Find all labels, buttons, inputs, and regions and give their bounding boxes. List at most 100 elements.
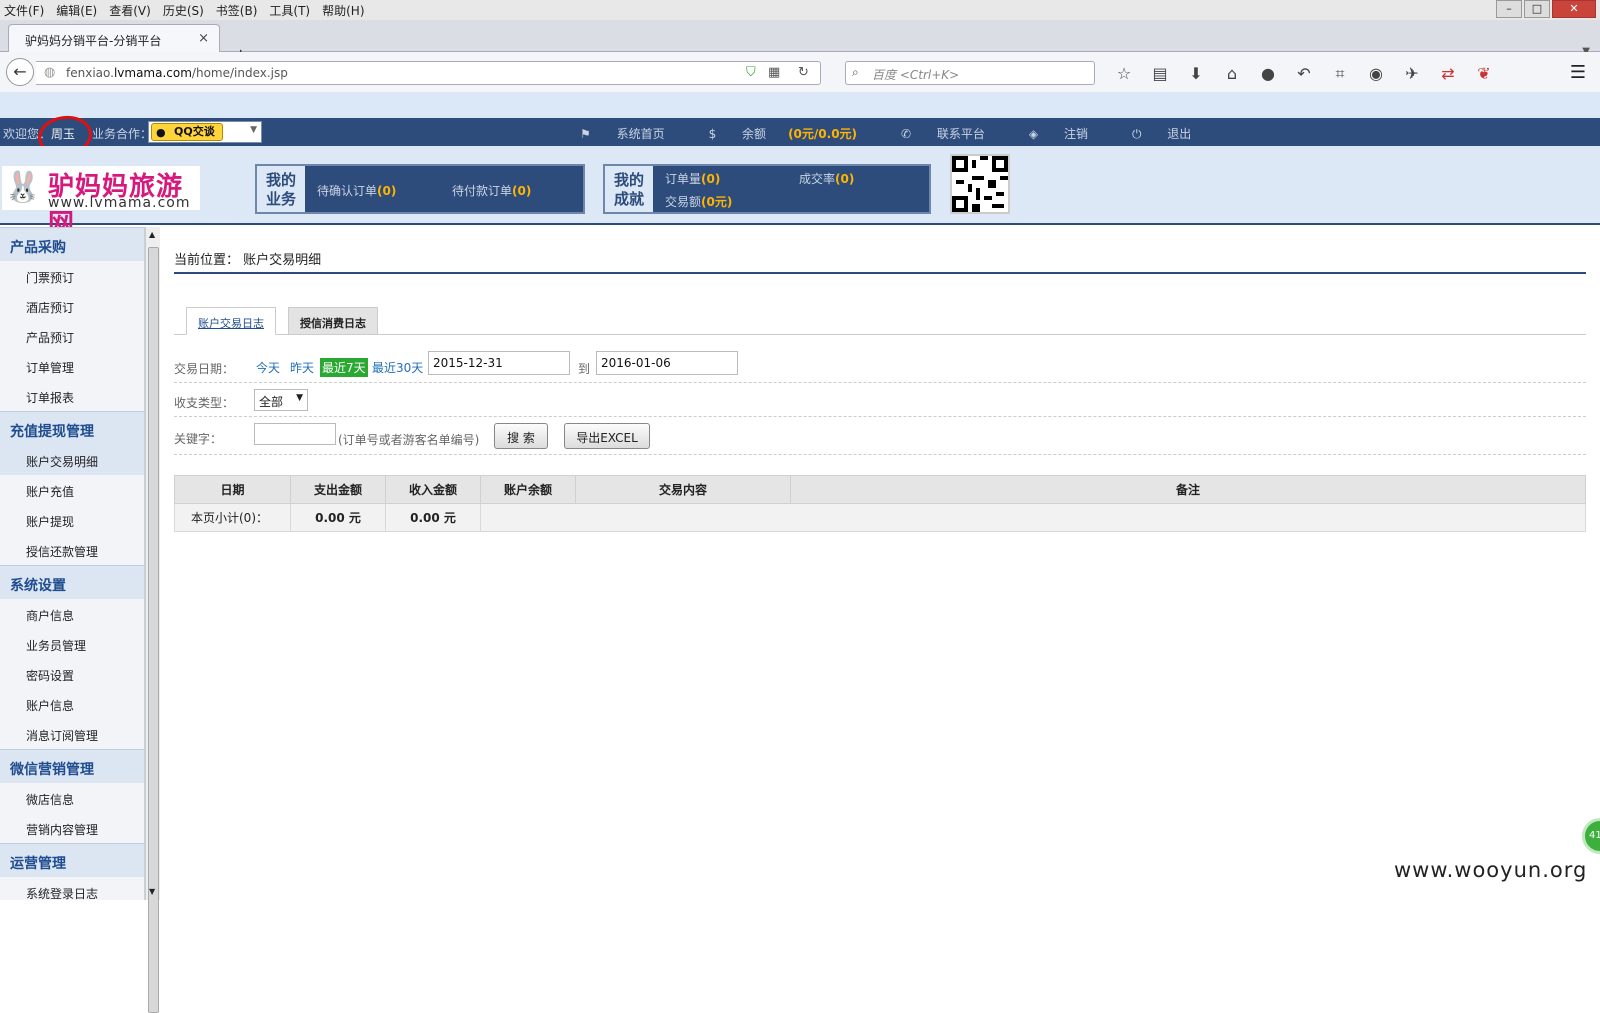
pending-confirm-link[interactable]: 待确认订单(0) <box>317 182 396 199</box>
date-from-input[interactable]: 2015-12-31 <box>428 351 570 375</box>
menu-bookmarks[interactable]: 书签(B) <box>216 2 258 19</box>
sidebar-item-credit[interactable]: 授信还款管理 <box>0 535 144 565</box>
menu-file[interactable]: 文件(F) <box>4 2 44 19</box>
scroll-up-icon[interactable]: ▲ <box>149 230 155 239</box>
toolbar-icons: ☆ ▤ ⬇ ⌂ ● ↶ ⌗ ◉ ✈ ⇄ ❦ <box>1106 64 1502 84</box>
sidebar-item-hotels[interactable]: 酒店预订 <box>0 291 144 321</box>
url-bar[interactable]: ◍ fenxiao.lvmama.com/home/index.jsp ⛉ ▦ … <box>36 61 821 85</box>
menu-edit[interactable]: 编辑(E) <box>56 2 97 19</box>
quick-7days-link[interactable]: 最近7天 <box>320 358 368 377</box>
plugin-icon[interactable]: ✈ <box>1394 64 1430 84</box>
label-line2: 业务 <box>265 190 296 208</box>
floating-badge[interactable]: 41 <box>1582 818 1600 854</box>
shield-icon[interactable]: ⛉ <box>746 65 756 80</box>
menu-view[interactable]: 查看(V) <box>109 2 151 19</box>
sidebar-item-subscriptions[interactable]: 消息订阅管理 <box>0 719 144 749</box>
pending-pay-count: (0) <box>512 184 532 198</box>
menu-tools[interactable]: 工具(T) <box>269 2 310 19</box>
label-line2: 成就 <box>613 190 644 208</box>
sidebar-item-marketing[interactable]: 营销内容管理 <box>0 813 144 843</box>
donkey-logo-icon: 🐰 <box>4 170 42 205</box>
sidebar-section-operations[interactable]: 运营管理 <box>0 843 144 877</box>
qrcode-icon[interactable]: ▦ <box>768 65 780 80</box>
nav-home-link[interactable]: ⚑ 系统首页 <box>580 125 687 142</box>
menu-icon[interactable]: ☰ <box>1570 62 1586 83</box>
sidebar-item-order-report[interactable]: 订单报表 <box>0 381 144 411</box>
extension-icon[interactable]: ❦ <box>1466 64 1502 84</box>
type-label: 收支类型： <box>174 396 235 410</box>
my-achievements-label: 我的 成就 <box>605 166 653 212</box>
window-close-button[interactable]: ✕ <box>1552 0 1596 18</box>
transaction-amount-label: 交易额 <box>665 195 702 209</box>
nav-logout-link[interactable]: ◈ 注销 <box>1029 125 1110 142</box>
conversion-rate: 成交率(0) <box>799 170 854 187</box>
quick-today-link[interactable]: 今天 <box>256 359 280 376</box>
tab-close-icon[interactable]: × <box>198 31 209 46</box>
sidebar-item-microshop[interactable]: 微店信息 <box>0 783 144 813</box>
export-excel-button[interactable]: 导出EXCEL <box>564 423 650 449</box>
navigation-toolbar: ← ◍ fenxiao.lvmama.com/home/index.jsp ⛉ … <box>0 52 1600 92</box>
sidebar-item-staff[interactable]: 业务员管理 <box>0 629 144 659</box>
logo-url: www.lvmama.com <box>48 195 191 211</box>
transaction-amount: 交易额(0元) <box>665 193 732 210</box>
lvmama-logo[interactable]: 🐰 驴妈妈旅游网 www.lvmama.com <box>2 166 200 239</box>
date-to-input[interactable]: 2016-01-06 <box>596 351 738 375</box>
menu-history[interactable]: 历史(S) <box>163 2 204 19</box>
sidebar-item-recharge[interactable]: 账户充值 <box>0 475 144 505</box>
qq-select[interactable]: ● QQ交谈 ▼ <box>148 121 262 143</box>
search-button[interactable]: 搜 索 <box>494 423 548 449</box>
bookmark-star-icon[interactable]: ☆ <box>1106 64 1142 84</box>
scrollbar-thumb[interactable] <box>148 247 159 1013</box>
chevron-down-icon[interactable]: ▼ <box>250 125 257 135</box>
comment-icon[interactable]: ◉ <box>1358 64 1394 84</box>
undo-icon[interactable]: ↶ <box>1286 64 1322 84</box>
type-select[interactable]: 全部 ▼ <box>254 389 308 411</box>
sidebar-section-settings[interactable]: 系统设置 <box>0 565 144 599</box>
menu-help[interactable]: 帮助(H) <box>322 2 364 19</box>
sidebar-item-products[interactable]: 产品预订 <box>0 321 144 351</box>
nav-balance-link[interactable]: $ 余额 (0元/0.0元) <box>709 125 879 142</box>
date-label: 交易日期： <box>174 362 235 376</box>
pending-pay-link[interactable]: 待付款订单(0) <box>452 182 531 199</box>
globe-icon: ◍ <box>44 65 56 80</box>
qq-chat-button[interactable]: ● QQ交谈 <box>151 123 223 141</box>
quick-30days-link[interactable]: 最近30天 <box>372 359 423 376</box>
nav-contact-link[interactable]: ✆ 联系平台 <box>901 125 1007 142</box>
nav-exit-link[interactable]: ⏻ 退出 <box>1132 125 1213 142</box>
search-icon: ⌕ <box>852 65 859 79</box>
subtotal-income: 0.00 元 <box>385 503 481 532</box>
home-icon[interactable]: ⌂ <box>1214 64 1250 84</box>
keyword-label: 关键字： <box>174 432 223 446</box>
search-input[interactable]: ⌕ 百度 <Ctrl+K> <box>845 61 1095 85</box>
sidebar-section-product[interactable]: 产品采购 <box>0 227 144 261</box>
nav-exit-label: 退出 <box>1167 127 1192 141</box>
keyword-input[interactable] <box>254 423 336 445</box>
tab-credit-log[interactable]: 授信消费日志 <box>288 307 378 335</box>
back-button[interactable]: ← <box>6 58 34 86</box>
sidebar-section-wechat[interactable]: 微信营销管理 <box>0 749 144 783</box>
sidebar-item-transactions[interactable]: 账户交易明细 <box>0 445 144 475</box>
sidebar-scrollbar[interactable]: ▲ ▼ <box>145 227 160 1013</box>
sidebar-item-withdraw[interactable]: 账户提现 <box>0 505 144 535</box>
browser-tab[interactable]: 驴妈妈分销平台-分销平台 × <box>8 24 220 52</box>
table-subtotal-row: 本页小计(0)： 0.00 元 0.00 元 <box>174 503 1586 532</box>
quick-yesterday-link[interactable]: 昨天 <box>290 359 314 376</box>
sidebar-section-recharge[interactable]: 充值提现管理 <box>0 411 144 445</box>
sidebar-item-orders[interactable]: 订单管理 <box>0 351 144 381</box>
crop-icon[interactable]: ⌗ <box>1322 64 1358 84</box>
reload-icon[interactable]: ↻ <box>798 65 809 80</box>
sidebar-item-password[interactable]: 密码设置 <box>0 659 144 689</box>
sidebar-item-tickets[interactable]: 门票预订 <box>0 261 144 291</box>
minimize-button[interactable]: – <box>1496 0 1522 18</box>
sidebar-item-login-log[interactable]: 系统登录日志 <box>0 877 144 900</box>
scroll-down-icon[interactable]: ▼ <box>149 887 155 896</box>
reading-list-icon[interactable]: ▤ <box>1142 64 1178 84</box>
sidebar-item-merchant[interactable]: 商户信息 <box>0 599 144 629</box>
maximize-button[interactable]: □ <box>1524 0 1550 18</box>
tab-account-log[interactable]: 账户交易日志 <box>186 307 276 335</box>
download-icon[interactable]: ⬇ <box>1178 64 1214 84</box>
sync-icon[interactable]: ⇄ <box>1430 64 1466 84</box>
sidebar-item-account[interactable]: 账户信息 <box>0 689 144 719</box>
chat-icon[interactable]: ● <box>1250 64 1286 84</box>
my-business-box: 我的 业务 待确认订单(0) 待付款订单(0) <box>255 164 585 214</box>
